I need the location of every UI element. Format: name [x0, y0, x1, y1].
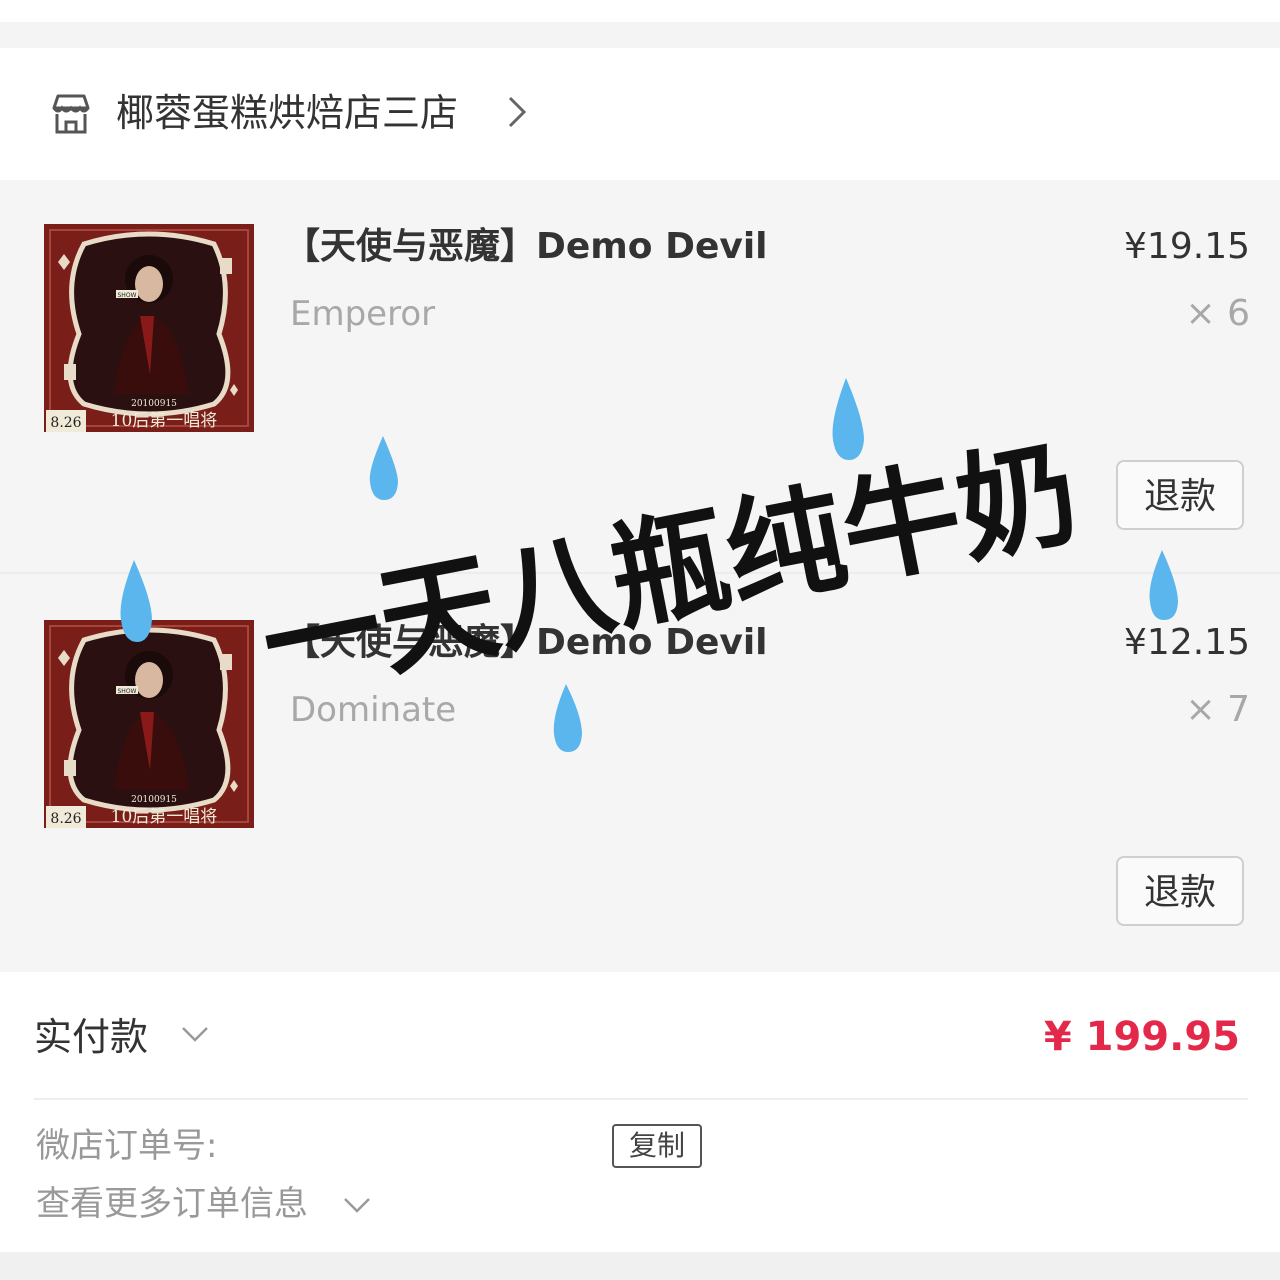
payment-summary: 实付款 ¥ 199.95 微店订单号: 复制 查看更多订单信息: [0, 972, 1280, 1252]
thumb-logo: SHOW: [118, 688, 137, 695]
item-divider: [0, 572, 1280, 574]
refund-button[interactable]: 退款: [1116, 460, 1244, 530]
order-item: 8.26 20100915 10后第一唱将 SHOW 【天使与恶魔】Demo D…: [0, 576, 1280, 972]
paid-amount-label[interactable]: 实付款: [34, 1012, 148, 1062]
thumb-date-badge: 8.26: [50, 811, 81, 827]
more-order-info-link[interactable]: 查看更多订单信息: [36, 1182, 308, 1226]
product-thumbnail[interactable]: 8.26 20100915 10后第一唱将 SHOW: [44, 224, 254, 432]
shop-header[interactable]: 椰蓉蛋糕烘焙店三店: [0, 48, 1280, 180]
paid-amount-value: ¥ 199.95: [1043, 1014, 1240, 1060]
chevron-down-icon[interactable]: [342, 1194, 372, 1216]
item-variant: Dominate: [290, 690, 457, 730]
item-quantity: × 6: [1185, 293, 1250, 334]
order-detail-page: 椰蓉蛋糕烘焙店三店 8.26 20100915 10后第一唱将 SHOW 【天使…: [0, 0, 1280, 1280]
refund-button[interactable]: 退款: [1116, 856, 1244, 926]
shop-name[interactable]: 椰蓉蛋糕烘焙店三店: [116, 88, 458, 138]
thumb-date-badge: 8.26: [50, 415, 81, 431]
thumb-date-line: 20100915: [131, 399, 177, 409]
thumb-caption: 10后第一唱将: [111, 411, 218, 431]
thumb-logo: SHOW: [118, 292, 137, 299]
thumb-caption: 10后第一唱将: [111, 807, 218, 827]
item-price: ¥19.15: [1124, 226, 1250, 267]
order-item: 8.26 20100915 10后第一唱将 SHOW 【天使与恶魔】Demo D…: [0, 180, 1280, 576]
order-items: 8.26 20100915 10后第一唱将 SHOW 【天使与恶魔】Demo D…: [0, 180, 1280, 972]
thumb-date-line: 20100915: [131, 795, 177, 805]
chevron-right-icon[interactable]: [505, 92, 529, 132]
top-strip: [0, 0, 1280, 22]
chevron-down-icon[interactable]: [180, 1022, 210, 1046]
bottom-strip: [0, 1252, 1280, 1280]
item-title[interactable]: 【天使与恶魔】Demo Devil: [284, 224, 768, 270]
item-quantity: × 7: [1185, 689, 1250, 730]
store-icon: [52, 94, 90, 134]
order-number-label: 微店订单号:: [36, 1126, 218, 1166]
item-price: ¥12.15: [1124, 622, 1250, 663]
item-title[interactable]: 【天使与恶魔】Demo Devil: [284, 620, 768, 666]
item-variant: Emperor: [290, 294, 436, 334]
copy-button[interactable]: 复制: [612, 1124, 702, 1168]
summary-divider: [34, 1098, 1248, 1100]
product-thumbnail[interactable]: 8.26 20100915 10后第一唱将 SHOW: [44, 620, 254, 828]
